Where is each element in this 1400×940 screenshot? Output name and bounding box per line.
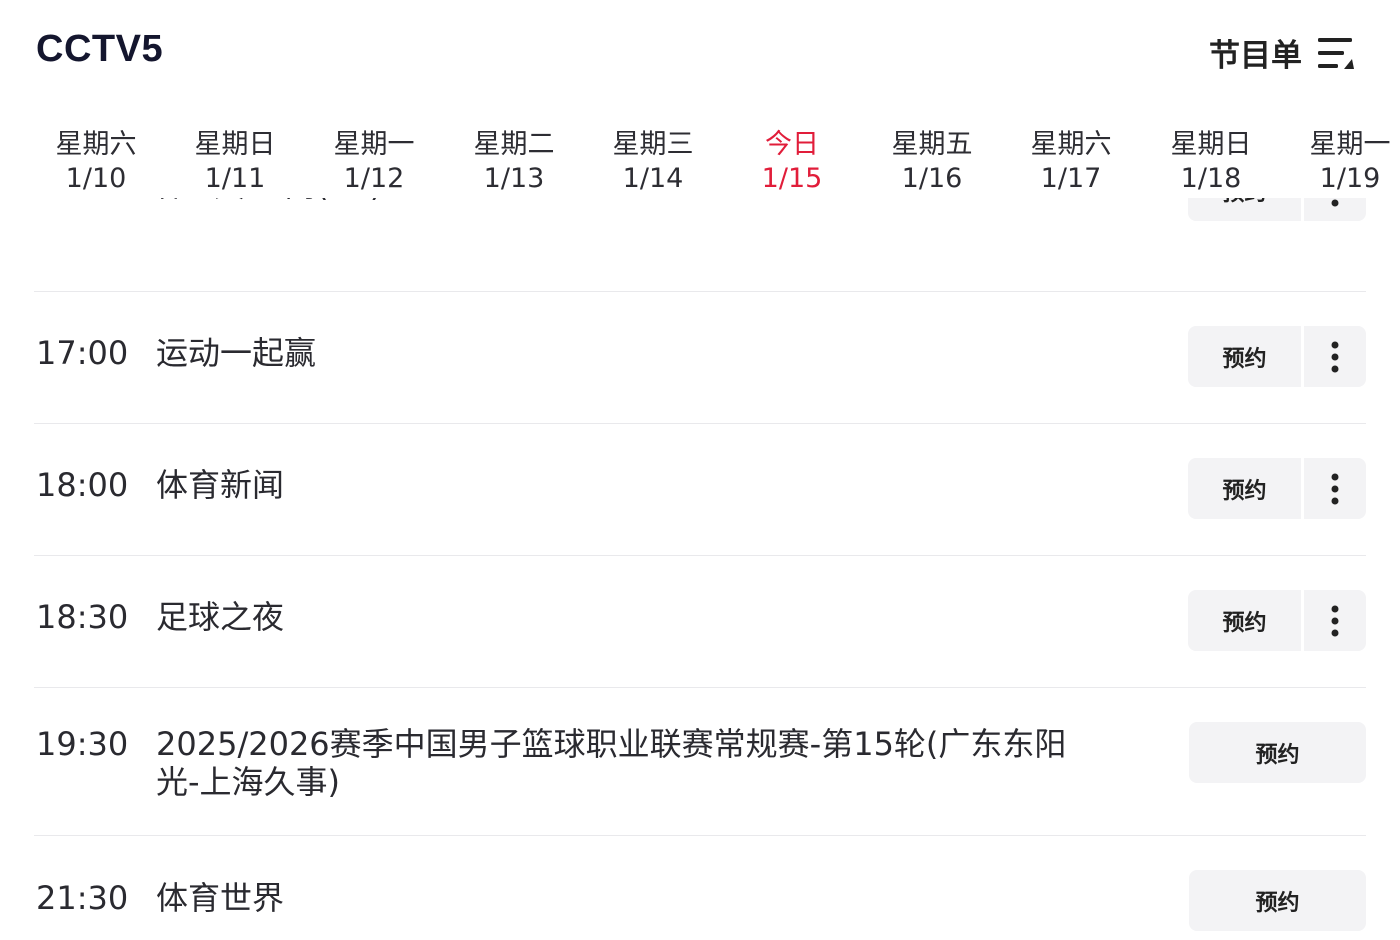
vertical-dots-icon <box>1331 473 1339 504</box>
reserve-button[interactable]: 预约 <box>1189 722 1366 783</box>
program-time: 18:00 <box>36 466 129 504</box>
day-tab-weekday: 星期五 <box>891 129 973 160</box>
program-actions: 预约 <box>1189 722 1366 783</box>
program-title: 体坛零距离(4K) <box>156 198 1106 204</box>
program-actions: 预约 <box>1188 590 1366 651</box>
day-tab-date: 1/15 <box>761 163 823 194</box>
program-time: 16:30 <box>36 198 128 204</box>
day-tab-1-11[interactable]: 星期日 1/11 <box>165 128 305 196</box>
schedule-button[interactable]: 节目单 <box>1209 30 1356 75</box>
day-tab-1-15[interactable]: 今日 1/15 <box>722 128 862 196</box>
more-options-button[interactable] <box>1304 326 1366 387</box>
day-tab-1-17[interactable]: 星期六 1/17 <box>1001 128 1141 196</box>
day-tab-date: 1/17 <box>1040 163 1102 194</box>
more-options-button[interactable] <box>1304 198 1366 221</box>
program-title: 2025/2026赛季中国男子篮球职业联赛常规赛-第15轮(广东东阳光-上海久事… <box>156 725 1067 801</box>
schedule-label: 节目单 <box>1209 38 1302 74</box>
channel-title: CCTV5 <box>36 28 164 70</box>
program-time: 21:30 <box>36 879 129 917</box>
program-actions: 预约 <box>1188 198 1366 221</box>
day-tab-1-12[interactable]: 星期一 1/12 <box>304 128 444 196</box>
header: CCTV5 节目单 <box>0 0 1400 110</box>
day-tab-1-16[interactable]: 星期五 1/16 <box>862 128 1002 196</box>
day-tab-1-10[interactable]: 星期六 1/10 <box>26 128 166 196</box>
vertical-dots-icon <box>1331 341 1339 372</box>
program-row: 19:30 2025/2026赛季中国男子篮球职业联赛常规赛-第15轮(广东东阳光… <box>34 687 1366 836</box>
program-row: 16:30 体坛零距离(4K) 预约 <box>34 198 1366 292</box>
day-tab-weekday: 今日 <box>765 129 819 160</box>
day-tab-weekday: 星期日 <box>1170 129 1252 160</box>
program-list: 16:30体坛零距离(4K)预约17:00运动一起赢预约18:00体育新闻预约1… <box>0 198 1400 940</box>
day-tab-1-19[interactable]: 星期一 1/19 <box>1280 128 1400 196</box>
program-row: 17:00 运动一起赢 预约 <box>34 291 1366 424</box>
program-row: 18:00 体育新闻 预约 <box>34 423 1366 556</box>
day-tab-date: 1/13 <box>483 163 545 194</box>
program-title: 体育世界 <box>156 879 285 917</box>
program-row: 18:30 足球之夜 预约 <box>34 555 1366 688</box>
day-selector: 星期六 1/10 星期日 1/11 星期一 1/12 星期二 1/13 星期三 1/14 今日 1/1… <box>26 128 1391 198</box>
day-tab-date: 1/12 <box>343 163 405 194</box>
program-time: 17:00 <box>36 334 129 372</box>
program-actions: 预约 <box>1188 458 1366 519</box>
program-title: 体育新闻 <box>156 466 285 504</box>
reserve-button[interactable]: 预约 <box>1188 198 1301 221</box>
day-tab-weekday: 星期一 <box>333 129 415 160</box>
day-tab-date: 1/16 <box>901 163 963 194</box>
more-options-button[interactable] <box>1304 590 1366 651</box>
day-tab-1-14[interactable]: 星期三 1/14 <box>583 128 723 196</box>
program-actions: 预约 <box>1188 326 1366 387</box>
day-tab-weekday: 星期三 <box>612 129 694 160</box>
day-tab-1-13[interactable]: 星期二 1/13 <box>444 128 584 196</box>
reserve-button[interactable]: 预约 <box>1189 870 1366 931</box>
day-tab-weekday: 星期六 <box>55 129 137 160</box>
program-title: 足球之夜 <box>156 598 285 636</box>
reserve-button[interactable]: 预约 <box>1188 326 1301 387</box>
day-tab-date: 1/11 <box>204 163 266 194</box>
day-tab-date: 1/18 <box>1180 163 1242 194</box>
vertical-dots-icon <box>1331 605 1339 636</box>
day-tab-date: 1/14 <box>622 163 684 194</box>
day-tab-1-18[interactable]: 星期日 1/18 <box>1141 128 1281 196</box>
program-time: 19:30 <box>36 725 129 763</box>
program-row: 21:30 体育世界 预约 <box>34 835 1366 940</box>
day-tab-weekday: 星期一 <box>1309 129 1391 160</box>
day-tab-date: 1/19 <box>1319 163 1381 194</box>
program-title: 运动一起赢 <box>156 334 317 372</box>
vertical-dots-icon <box>1331 199 1339 206</box>
reserve-button[interactable]: 预约 <box>1188 590 1301 651</box>
program-time: 18:30 <box>36 598 129 636</box>
day-tab-weekday: 星期日 <box>194 129 276 160</box>
reserve-button[interactable]: 预约 <box>1188 458 1301 519</box>
day-tab-date: 1/10 <box>65 163 127 194</box>
more-options-button[interactable] <box>1304 458 1366 519</box>
menu-lines-icon <box>1318 37 1354 69</box>
day-tab-weekday: 星期二 <box>473 129 555 160</box>
day-tab-weekday: 星期六 <box>1030 129 1112 160</box>
program-actions: 预约 <box>1189 870 1366 931</box>
